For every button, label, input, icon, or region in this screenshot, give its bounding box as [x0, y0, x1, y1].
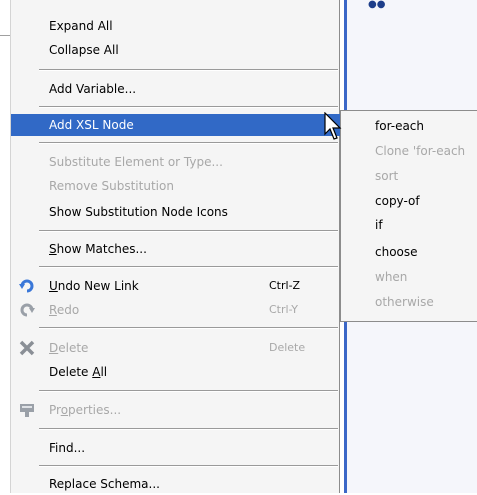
menu-item-replace-schema[interactable]: Replace Schema... — [11, 473, 340, 495]
menu-separator — [39, 390, 338, 392]
submenu-item-copy-of[interactable]: copy-of — [375, 190, 420, 212]
menu-item-expand-all[interactable]: Expand All — [11, 15, 340, 37]
menu-item-remove-substitution[interactable]: Remove Substitution — [11, 175, 340, 197]
submenu-item-sort[interactable]: sort — [375, 165, 398, 187]
shortcut-label: Delete — [269, 341, 306, 354]
menu-item-delete-all[interactable]: Delete All — [11, 361, 340, 383]
menu-item-label: Show Substitution Node Icons — [49, 205, 228, 219]
menu-separator — [39, 465, 338, 467]
menu-separator — [39, 142, 338, 144]
menu-item-label: Add Variable... — [49, 82, 137, 96]
menu-item-label: Find... — [49, 441, 86, 455]
properties-icon — [19, 402, 35, 418]
menu-item-properties[interactable]: Properties... — [11, 399, 340, 421]
menu-item-collapse-all[interactable]: Collapse All — [11, 39, 340, 61]
menu-item-undo[interactable]: Undo New Link Ctrl-Z — [11, 275, 340, 297]
menu-separator — [39, 327, 338, 329]
menu-item-label: Properties... — [49, 403, 122, 417]
redo-icon — [19, 302, 35, 318]
menu-item-label: Redo — [49, 303, 80, 317]
menu-separator — [39, 428, 338, 430]
submenu-item-if[interactable]: if — [375, 214, 383, 236]
menu-separator — [39, 266, 338, 268]
submenu-item-when[interactable]: when — [375, 266, 407, 288]
xsl-node-submenu: for-each Clone 'for-each sort copy-of if… — [340, 110, 477, 322]
background-node-icon: ●● — [368, 0, 386, 10]
menu-item-add-variable[interactable]: Add Variable... — [11, 78, 340, 100]
menu-item-show-matches[interactable]: Show Matches... — [11, 238, 340, 260]
submenu-item-choose[interactable]: choose — [375, 241, 418, 263]
submenu-item-clone-for-each[interactable]: Clone 'for-each — [375, 140, 465, 162]
menu-item-label: Collapse All — [49, 43, 119, 57]
context-menu: Expand All Collapse All Add Variable... … — [10, 0, 340, 493]
menu-item-redo[interactable]: Redo Ctrl-Y — [11, 299, 340, 321]
submenu-item-for-each[interactable]: for-each — [375, 115, 424, 137]
menu-separator — [39, 106, 338, 108]
menu-item-add-xsl-node[interactable]: Add XSL Node — [11, 114, 340, 136]
menu-item-label: Add XSL Node — [49, 118, 134, 132]
mouse-pointer-icon — [324, 111, 344, 142]
menu-item-label: Remove Substitution — [49, 179, 174, 193]
menu-item-label: Substitute Element or Type... — [49, 155, 223, 169]
menu-separator — [39, 69, 338, 71]
undo-icon — [19, 278, 35, 294]
menu-item-label: Undo New Link — [49, 279, 139, 293]
background-divider — [0, 35, 10, 36]
shortcut-label: Ctrl-Z — [269, 279, 301, 292]
menu-item-label: Show Matches... — [49, 242, 147, 256]
menu-item-delete[interactable]: Delete Delete — [11, 337, 340, 359]
shortcut-label: Ctrl-Y — [269, 303, 298, 316]
menu-item-label: Delete — [49, 341, 89, 355]
menu-separator — [39, 230, 338, 232]
menu-item-label: Expand All — [49, 19, 113, 33]
menu-item-show-substitution-icons[interactable]: Show Substitution Node Icons — [11, 201, 340, 223]
menu-item-find[interactable]: Find... — [11, 437, 340, 459]
menu-item-substitute-element[interactable]: Substitute Element or Type... — [11, 151, 340, 173]
submenu-item-otherwise[interactable]: otherwise — [375, 291, 434, 313]
menu-item-label: Replace Schema... — [49, 477, 160, 491]
delete-icon — [19, 340, 35, 356]
menu-item-label: Delete All — [49, 365, 108, 379]
